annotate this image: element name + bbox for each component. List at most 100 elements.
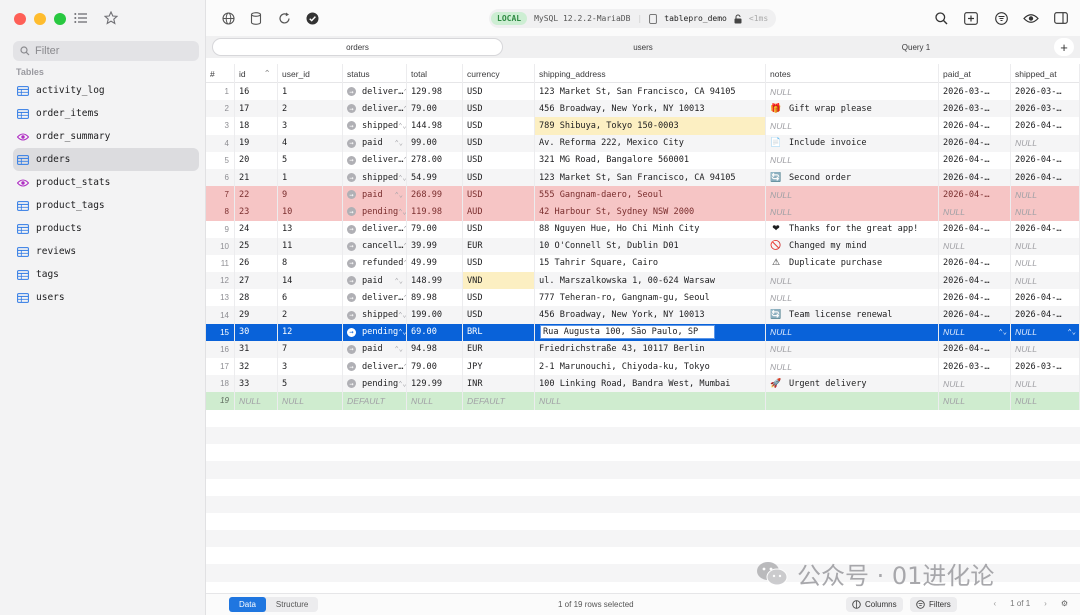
user-id-cell[interactable]: 1	[278, 83, 343, 101]
row-number[interactable]: 6	[206, 168, 235, 187]
shipped-at-cell[interactable]: NULL	[1011, 340, 1080, 358]
status-cell[interactable]: →deliver…⌃⌄	[343, 83, 407, 101]
column-header-total[interactable]: total	[407, 64, 463, 83]
table-row[interactable]: 13286→deliver…⌃⌄89.98USD777 Teheran-ro, …	[206, 289, 1080, 307]
data-view-button[interactable]: Data	[229, 597, 266, 612]
row-number[interactable]: 13	[206, 289, 235, 307]
shipped-at-cell[interactable]: 2026-04-…	[1011, 117, 1080, 135]
row-number[interactable]: 4	[206, 134, 235, 152]
id-cell[interactable]: 17	[235, 100, 278, 118]
user-id-cell[interactable]: 6	[278, 289, 343, 307]
status-cell[interactable]: → paid ⌃⌄	[343, 134, 407, 152]
shipping-address-editor[interactable]: Rua Augusta 100, São Paulo, SP	[540, 325, 715, 340]
next-page-icon[interactable]: ›	[1044, 599, 1047, 608]
total-cell[interactable]: 129.99	[407, 375, 463, 393]
table-row[interactable]: 5205→deliver…⌃⌄278.00USD321 MG Road, Ban…	[206, 151, 1080, 169]
zoom-window-button[interactable]	[54, 13, 66, 25]
sidebar-item-product-stats[interactable]: product_stats	[13, 171, 199, 194]
column-header-shipping-address[interactable]: shipping_address	[535, 64, 766, 83]
paid-at-cell[interactable]: 2026-04-…	[939, 134, 1011, 152]
status-cell[interactable]: →cancell…⌃⌄	[343, 237, 407, 255]
id-cell[interactable]: 28	[235, 289, 278, 307]
notes-cell[interactable]: 🎁 Gift wrap please	[766, 100, 939, 118]
notes-cell[interactable]: NULL	[766, 340, 939, 358]
tab-users[interactable]: users	[503, 38, 783, 56]
status-cell[interactable]: →deliver…⌃⌄	[343, 289, 407, 307]
user-id-cell[interactable]: 2	[278, 100, 343, 118]
paid-at-cell[interactable]: 2026-04-…	[939, 117, 1011, 135]
notes-cell[interactable]: NULL	[766, 186, 939, 204]
tab-orders[interactable]: orders	[212, 38, 503, 56]
paid-at-cell[interactable]: 2026-04-…	[939, 168, 1011, 187]
user-id-cell[interactable]: 9	[278, 186, 343, 204]
shipping-address-cell[interactable]: 123 Market St, San Francisco, CA 94105	[535, 83, 766, 101]
shipping-address-cell[interactable]: ul. Marszalkowska 1, 00-624 Warsaw	[535, 272, 766, 290]
shipped-at-cell[interactable]: NULL	[1011, 375, 1080, 393]
close-window-button[interactable]	[14, 13, 26, 25]
shipped-at-cell[interactable]: NULL	[1011, 134, 1080, 152]
notes-cell[interactable]: NULL	[766, 203, 939, 221]
id-cell[interactable]: 33	[235, 375, 278, 393]
shipped-at-cell[interactable]: NULL	[1011, 237, 1080, 255]
total-cell[interactable]: 54.99	[407, 168, 463, 187]
id-cell[interactable]: 18	[235, 117, 278, 135]
column-header-paid-at[interactable]: paid_at	[939, 64, 1011, 83]
user-id-cell[interactable]: 2	[278, 306, 343, 324]
id-cell[interactable]: 26	[235, 254, 278, 273]
shipped-at-cell[interactable]: 2026-04-…	[1011, 289, 1080, 307]
sidebar-item-order-items[interactable]: order_items	[13, 102, 199, 125]
row-number[interactable]: 19	[206, 392, 235, 410]
id-cell[interactable]: 30	[235, 323, 278, 341]
id-cell[interactable]: 25	[235, 237, 278, 255]
database-icon[interactable]	[247, 9, 265, 27]
total-cell[interactable]: 79.00	[407, 358, 463, 376]
notes-cell[interactable]: 📄 Include invoice	[766, 134, 939, 152]
notes-cell[interactable]: NULL	[766, 272, 939, 290]
currency-cell[interactable]: USD	[463, 306, 535, 324]
paid-at-cell[interactable]: 2026-04-…	[939, 306, 1011, 324]
shipping-address-cell[interactable]: 321 MG Road, Bangalore 560001	[535, 151, 766, 169]
total-cell[interactable]: 79.00	[407, 100, 463, 118]
row-number[interactable]: 3	[206, 117, 235, 135]
status-cell[interactable]: → paid ⌃⌄	[343, 186, 407, 204]
id-cell[interactable]: 32	[235, 358, 278, 376]
shipped-at-cell[interactable]: 2026-03-…	[1011, 100, 1080, 118]
user-id-cell[interactable]: 12	[278, 323, 343, 341]
shipping-address-cell[interactable]: Friedrichstraße 43, 10117 Berlin	[535, 340, 766, 358]
table-row[interactable]: 7 22 9 → paid ⌃⌄ 268.99 USD 555 Gangnam-daero, S…	[206, 186, 1080, 204]
total-cell[interactable]: 199.00	[407, 306, 463, 324]
shipping-address-cell[interactable]: 777 Teheran-ro, Gangnam-gu, Seoul	[535, 289, 766, 307]
column-header-shipped-at[interactable]: shipped_at	[1011, 64, 1080, 83]
currency-cell[interactable]: EUR	[463, 340, 535, 358]
shipping-address-cell[interactable]: 555 Gangnam-daero, Seoul	[535, 186, 766, 204]
shipped-at-cell[interactable]: 2026-04-…	[1011, 151, 1080, 169]
list-icon[interactable]	[72, 9, 90, 27]
row-number[interactable]: 14	[206, 306, 235, 324]
row-number[interactable]: 1	[206, 83, 235, 101]
user-id-cell[interactable]: 4	[278, 134, 343, 152]
table-row[interactable]: 92413→deliver…⌃⌄79.00USD88 Nguyen Hue, H…	[206, 220, 1080, 238]
sidebar-item-orders[interactable]: orders	[13, 148, 199, 171]
notes-cell[interactable]: 🚫 Changed my mind	[766, 237, 939, 255]
sidebar-item-users[interactable]: users	[13, 286, 199, 309]
shipping-address-cell[interactable]: 42 Harbour St, Sydney NSW 2000	[535, 203, 766, 221]
id-cell[interactable]: 29	[235, 306, 278, 324]
status-cell[interactable]: → pending ⌃⌄	[343, 203, 407, 221]
table-row[interactable]: 18 33 5 → pending ⌃⌄ 129.99 INR 100 Linking Road…	[206, 375, 1080, 393]
paid-at-cell[interactable]: NULL	[939, 392, 1011, 410]
notes-cell[interactable]: ❤ Thanks for the great app!	[766, 220, 939, 238]
row-number[interactable]: 17	[206, 358, 235, 376]
shipped-at-cell[interactable]: NULL	[1011, 272, 1080, 290]
column-header-currency[interactable]: currency	[463, 64, 535, 83]
row-number[interactable]: 8	[206, 203, 235, 221]
shipped-at-cell[interactable]: NULL	[1011, 186, 1080, 204]
shipping-address-cell[interactable]: 15 Tahrir Square, Cairo	[535, 254, 766, 273]
user-id-cell[interactable]: 1	[278, 168, 343, 187]
commit-check-icon[interactable]	[303, 9, 321, 27]
total-cell[interactable]: 94.98	[407, 340, 463, 358]
total-cell[interactable]: 278.00	[407, 151, 463, 169]
notes-cell[interactable]	[766, 392, 939, 410]
shipping-address-cell[interactable]: Rua Augusta 100, São Paulo, SP	[535, 323, 766, 341]
total-cell[interactable]: NULL	[407, 392, 463, 410]
currency-cell[interactable]: USD	[463, 254, 535, 273]
